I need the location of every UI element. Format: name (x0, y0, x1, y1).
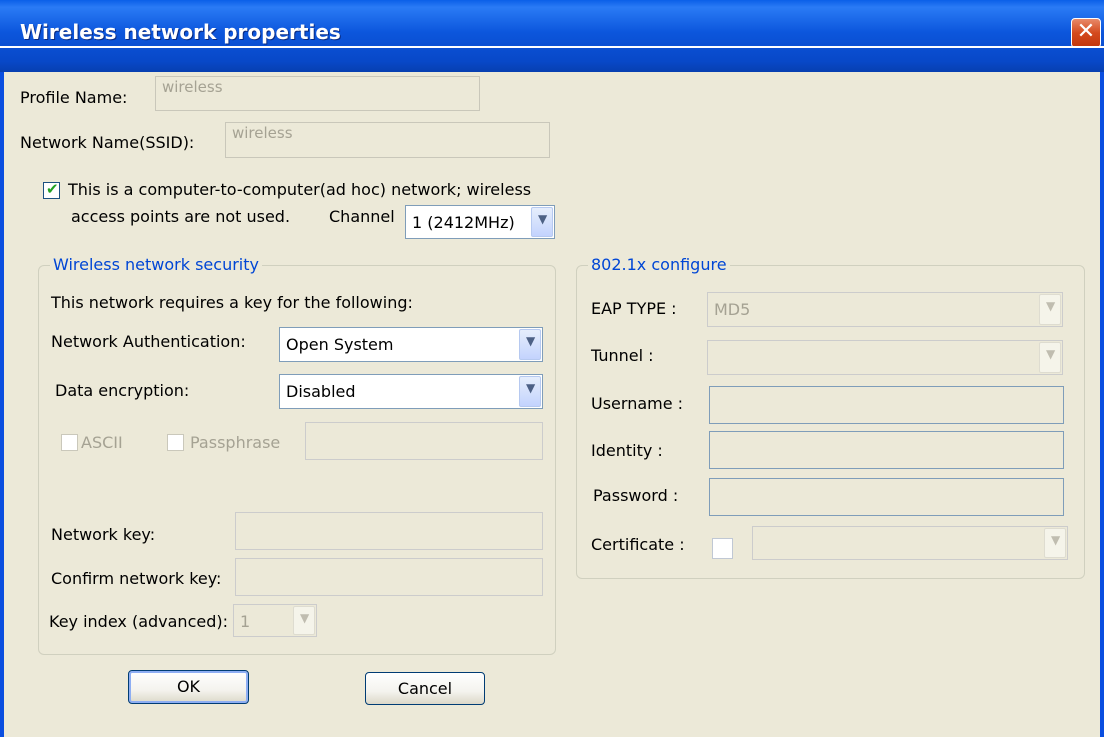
identity-field[interactable] (709, 431, 1064, 469)
adhoc-text-line2: access points are not used. (71, 207, 291, 226)
tunnel-dropdown-button[interactable]: ▼ (1039, 342, 1061, 373)
chevron-down-icon: ▼ (538, 212, 548, 226)
chevron-down-icon: ▼ (1046, 347, 1056, 361)
close-button[interactable]: ✕ (1071, 18, 1101, 48)
auth-dropdown-button[interactable]: ▼ (519, 329, 541, 360)
channel-value: 1 (2412MHz) (412, 213, 515, 232)
close-icon: ✕ (1076, 19, 1096, 44)
dialog-window: Wireless network properties ✕ Profile Na… (0, 0, 1104, 737)
security-group-title: Wireless network security (50, 255, 262, 274)
confirm-key-field[interactable] (235, 558, 543, 596)
window-frame-right (1100, 72, 1104, 737)
key-index-select[interactable]: 1 ▼ (233, 604, 317, 637)
channel-select[interactable]: 1 (2412MHz) ▼ (405, 205, 555, 239)
network-key-label: Network key: (51, 525, 156, 544)
auth-label: Network Authentication: (51, 332, 246, 351)
adhoc-text-line1: This is a computer-to-computer(ad hoc) n… (68, 180, 532, 199)
window-title: Wireless network properties (20, 20, 341, 44)
passphrase-checkbox[interactable] (167, 434, 184, 451)
checkmark-icon: ✔ (46, 180, 59, 198)
profile-name-label: Profile Name: (20, 88, 128, 107)
eap-dropdown-button[interactable]: ▼ (1039, 294, 1061, 325)
security-group (38, 265, 556, 655)
security-intro-text: This network requires a key for the foll… (51, 293, 413, 312)
certificate-dropdown-button[interactable]: ▼ (1044, 528, 1066, 558)
profile-name-field[interactable]: wireless (155, 76, 480, 111)
encryption-value: Disabled (286, 382, 356, 401)
username-field[interactable] (709, 386, 1064, 424)
certificate-label: Certificate : (591, 535, 685, 554)
eap-type-value: MD5 (714, 300, 751, 319)
certificate-select[interactable]: ▼ (752, 526, 1068, 560)
channel-dropdown-button[interactable]: ▼ (531, 207, 553, 237)
ssid-label: Network Name(SSID): (20, 133, 195, 152)
network-key-field[interactable] (235, 512, 543, 550)
key-index-label: Key index (advanced): (49, 612, 228, 631)
chevron-down-icon: ▼ (526, 334, 536, 348)
chevron-down-icon: ▼ (1046, 299, 1056, 313)
ascii-checkbox[interactable] (61, 434, 78, 451)
auth-value: Open System (286, 335, 394, 354)
title-divider (0, 46, 1104, 48)
eap-type-label: EAP TYPE : (591, 299, 677, 318)
username-label: Username : (591, 394, 684, 413)
eap-type-select[interactable]: MD5 ▼ (707, 292, 1063, 327)
encryption-select[interactable]: Disabled ▼ (279, 374, 543, 409)
ssid-field[interactable]: wireless (225, 122, 550, 158)
title-bar[interactable]: Wireless network properties ✕ (0, 0, 1104, 72)
key-index-dropdown-button[interactable]: ▼ (293, 606, 315, 635)
encryption-label: Data encryption: (55, 381, 190, 400)
dot1x-group-title: 802.1x configure (588, 255, 730, 274)
adhoc-checkbox[interactable]: ✔ (43, 180, 60, 199)
auth-select[interactable]: Open System ▼ (279, 327, 543, 362)
tunnel-select[interactable]: ▼ (707, 340, 1063, 375)
chevron-down-icon: ▼ (300, 611, 310, 625)
encryption-dropdown-button[interactable]: ▼ (519, 376, 541, 407)
chevron-down-icon: ▼ (1051, 533, 1061, 547)
password-label: Password : (593, 486, 679, 505)
password-field[interactable] (709, 478, 1064, 516)
identity-label: Identity : (591, 441, 663, 460)
cancel-button[interactable]: Cancel (365, 672, 485, 705)
channel-label: Channel (329, 207, 395, 226)
confirm-key-label: Confirm network key: (51, 569, 222, 588)
passphrase-field[interactable] (305, 422, 543, 460)
ascii-label: ASCII (81, 433, 123, 452)
passphrase-label: Passphrase (190, 433, 281, 452)
chevron-down-icon: ▼ (526, 381, 536, 395)
key-index-value: 1 (240, 612, 251, 631)
certificate-checkbox[interactable] (712, 538, 733, 559)
tunnel-label: Tunnel : (591, 346, 654, 365)
ok-button[interactable]: OK (128, 670, 249, 704)
window-frame-left (0, 72, 4, 737)
